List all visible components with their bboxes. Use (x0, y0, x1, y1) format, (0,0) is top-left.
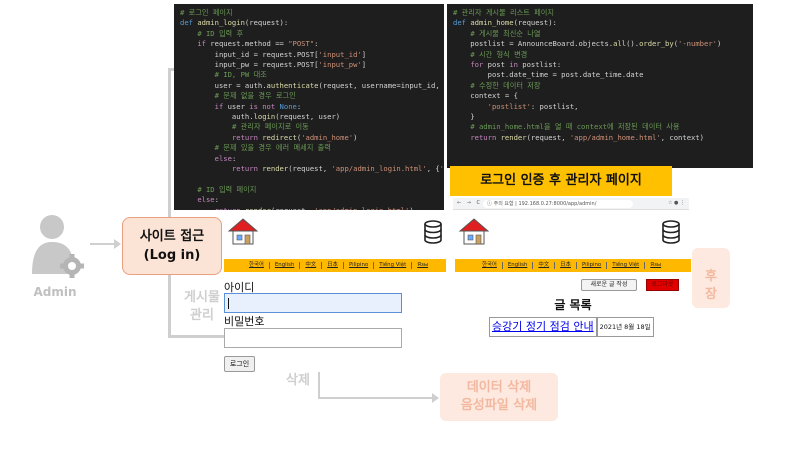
admin-login-code-line: if user is not None: (214, 101, 302, 111)
connector-bottom-horizontal (168, 335, 228, 338)
admin-login-code-line: def admin_login(request): (180, 18, 289, 28)
admin-home-code-line: return render(request, 'app/admin_home.h… (470, 132, 705, 142)
admin-home-code-line: context = { (453, 91, 518, 101)
admin-home-code-line: for post in postlist: (470, 60, 562, 70)
admin-login-code-line: # 문제 없을 경우 로그인 (214, 91, 296, 101)
nav-language-link[interactable]: 中文 (300, 262, 323, 269)
delete-label: 삭제 (286, 373, 310, 388)
admin-home-code-line: } (453, 112, 475, 122)
admin-login-code-line: else: (214, 153, 237, 163)
admin-login-code-line: # 문제 있을 경우 에러 메세지 출력 (214, 143, 331, 153)
admin-home-code-line: # 수정한 데이터 저장 (470, 80, 541, 90)
login-button[interactable]: 로그인 (224, 356, 255, 372)
nav-language-link[interactable]: 日本 (555, 262, 577, 269)
database-icon-login (423, 220, 443, 248)
admin-login-code-line: return redirect('admin_home') (231, 132, 358, 142)
post-list-title: 글 목록 (554, 298, 592, 312)
admin-login-code-line: # 로그인 페이지 (180, 8, 233, 17)
nav-language-link[interactable]: Pilipino (344, 262, 375, 269)
nav-language-link[interactable]: 中文 (533, 262, 556, 269)
logout-button[interactable]: 로그아웃 (646, 279, 679, 291)
site-access-title: 사이트 접근 (139, 229, 205, 244)
admin-home-code-line: postlist = AnnounceBoard.objects.all().o… (453, 39, 722, 49)
arrowhead-delete (432, 393, 439, 403)
right-partial-box: 후 장 (692, 248, 730, 308)
nav-language-link[interactable]: 한국어 (477, 262, 503, 269)
nav-language-link[interactable]: Язы (645, 262, 666, 269)
admin-login-code-line: user = auth.authenticate(request, userna… (180, 80, 444, 90)
admin-login-code-line: auth.login(request, user) (180, 112, 341, 122)
nav-language-link[interactable]: Язы (412, 262, 433, 269)
admin-login-code-line: # ID 입력 후 (197, 28, 244, 38)
browser-toolbar: ← → C ⌂ ⓘ 주의 요함 | 192.168.0.27:8000/app/… (453, 198, 689, 210)
browser-menu-icons: ☆ ● ⋮ (667, 200, 685, 206)
admin-login-code-line: input_id = request.POST['input_id'] (180, 49, 367, 59)
admin-home-code-line: 'postlist': postlist, (487, 101, 579, 111)
nav-language-link[interactable]: 日本 (322, 262, 344, 269)
connector-admin-to-site (90, 243, 116, 245)
connector-delete-vertical (318, 372, 320, 398)
new-post-button[interactable]: 새로운 글 작성 (581, 279, 637, 291)
site-access-subtitle: (Log in) (143, 248, 201, 263)
login-id-input[interactable] (224, 293, 402, 313)
admin-login-code-line: # ID 입력 페이지 (197, 184, 257, 194)
admin-login-code-line: return render(request, 'app/admin_login.… (180, 206, 438, 210)
admin-label: Admin (33, 285, 77, 299)
admin-home-code-line: # admin_home.html을 열 때 context에 저장된 데이터 … (470, 122, 680, 132)
admin-home-code-line: # 게시물 최신순 나열 (470, 28, 541, 38)
admin-page-caption: 로그인 인증 후 관리자 페이지 (450, 166, 672, 196)
admin-home-code: # 관리자 게시물 리스트 페이지 def admin_home(request)… (447, 4, 753, 168)
home-icon-login (227, 218, 259, 250)
nav-language-link[interactable]: 한국어 (244, 262, 270, 269)
board-manage-label: 게시물 관리 (184, 290, 220, 323)
database-icon-admin (661, 220, 681, 248)
admin-login-code-line: return render(request, 'app/admin_login.… (231, 164, 444, 174)
admin-login-code-line: else: (197, 195, 219, 205)
nav-language-link[interactable]: English (503, 262, 534, 269)
admin-home-code-line: def admin_home(request): (453, 18, 557, 28)
nav-language-link[interactable]: Pilipino (577, 262, 608, 269)
data-delete-box: 데이터 삭제 음성파일 삭제 (440, 373, 558, 421)
admin-login-code-line: input_pw = request.POST['input_pw'] (180, 60, 367, 70)
nav-language-link[interactable]: English (270, 262, 301, 269)
post-table-row: 승강기 정기 점검 안내 2021년 8월 18일 (489, 317, 654, 337)
browser-url: ⓘ 주의 요함 | 192.168.0.27:8000/app/admin/ (483, 200, 633, 208)
home-icon-admin (458, 218, 490, 250)
admin-home-code-line: post.date_time = post.date_time.date (453, 70, 644, 80)
admin-login-code-line: # ID, PW 대조 (214, 70, 267, 80)
admin-user-icon (30, 212, 90, 282)
site-access-box: 사이트 접근 (Log in) (122, 217, 222, 275)
admin-home-code-line: # 시간 형식 변경 (470, 49, 528, 59)
connector-left-vertical (168, 68, 171, 338)
admin-login-code: # 로그인 페이지 def admin_login(request): # ID … (174, 4, 444, 210)
admin-home-code-line: # 관리자 게시물 리스트 페이지 (453, 8, 554, 17)
arrowhead-admin-to-site (114, 239, 121, 249)
admin-login-code-line: if request.method == "POST": (197, 39, 319, 49)
post-title-link[interactable]: 승강기 정기 점검 안내 (489, 317, 597, 337)
post-date: 2021년 8월 18일 (596, 317, 654, 337)
nav-language-link[interactable]: Tiếng Việt (374, 262, 413, 269)
language-navbar-login: 한국어 English 中文 日本 Pilipino Tiếng Việt Язы (224, 259, 446, 272)
nav-language-link[interactable]: Tiếng Việt (607, 262, 646, 269)
connector-delete-horizontal (318, 397, 434, 399)
language-navbar-admin: 한국어 English 中文 日本 Pilipino Tiếng Việt Язы (455, 259, 691, 272)
login-pw-input[interactable] (224, 328, 402, 348)
login-pw-label: 비밀번호 (224, 315, 265, 328)
admin-login-code-line: # 관리자 페이지로 이동 (231, 122, 309, 132)
admin-login-code-line (180, 175, 438, 185)
